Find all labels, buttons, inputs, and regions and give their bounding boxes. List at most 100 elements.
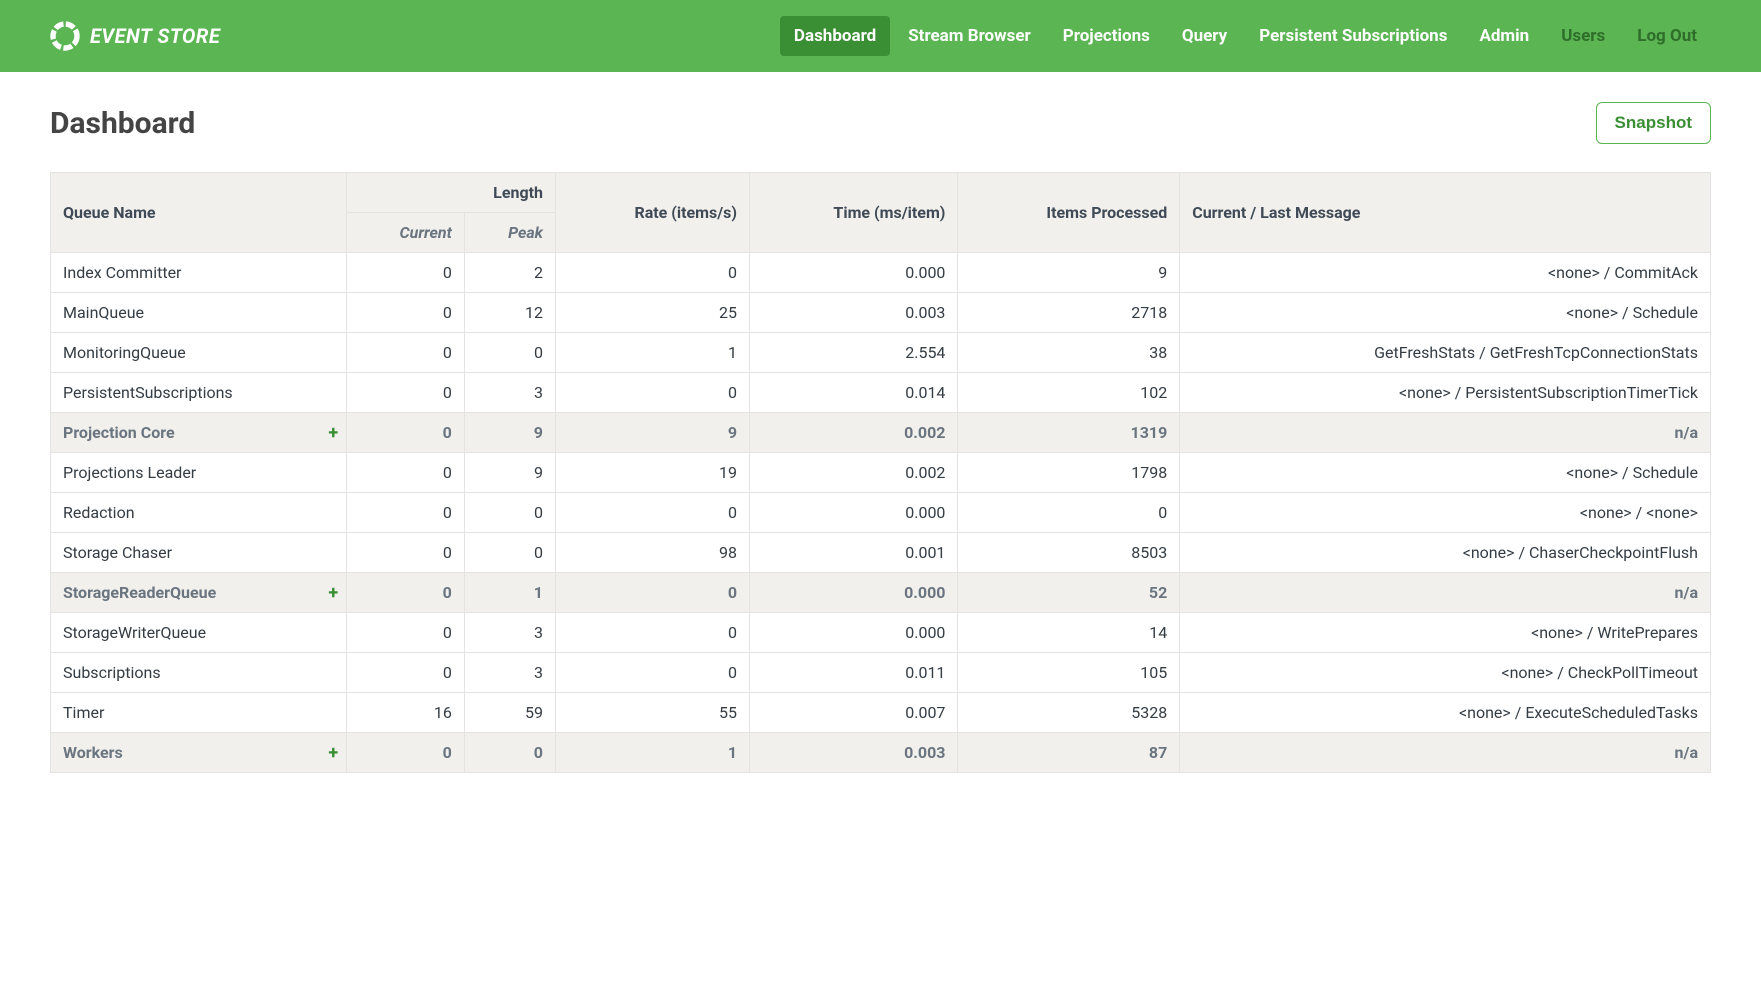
queue-length-peak: 0 <box>464 733 555 773</box>
queue-name-text: Subscriptions <box>63 663 161 682</box>
queue-length-current: 0 <box>347 333 465 373</box>
queue-message: n/a <box>1180 413 1711 453</box>
queue-length-current: 0 <box>347 613 465 653</box>
page-title: Dashboard <box>50 106 195 141</box>
queue-message: <none> / PersistentSubscriptionTimerTick <box>1180 373 1711 413</box>
queue-length-peak: 3 <box>464 373 555 413</box>
snapshot-button[interactable]: Snapshot <box>1596 102 1711 144</box>
queue-name-cell[interactable]: Projection Core + <box>51 413 347 453</box>
nav-link-stream-browser[interactable]: Stream Browser <box>894 16 1045 56</box>
brand-text: EVENT STORE <box>90 24 220 48</box>
col-length: Length <box>347 173 556 213</box>
queue-name-cell: Redaction <box>51 493 347 533</box>
queue-length-peak: 1 <box>464 573 555 613</box>
queue-length-peak: 59 <box>464 693 555 733</box>
queue-name-cell[interactable]: StorageReaderQueue + <box>51 573 347 613</box>
queue-name-cell: Storage Chaser <box>51 533 347 573</box>
queue-name-text: PersistentSubscriptions <box>63 383 233 402</box>
brand-logo[interactable]: EVENT STORE <box>50 21 220 51</box>
table-row: MainQueue012250.0032718<none> / Schedule <box>51 293 1711 333</box>
queue-rate: 0 <box>555 613 749 653</box>
queue-items-processed: 14 <box>958 613 1180 653</box>
table-row: PersistentSubscriptions0300.014102<none>… <box>51 373 1711 413</box>
expand-icon[interactable]: + <box>328 742 338 763</box>
nav-links: DashboardStream BrowserProjectionsQueryP… <box>780 16 1711 56</box>
queue-message: n/a <box>1180 573 1711 613</box>
expand-icon[interactable]: + <box>328 422 338 443</box>
queue-time: 0.014 <box>750 373 958 413</box>
queue-rate: 0 <box>555 573 749 613</box>
queue-name-text: Projections Leader <box>63 463 196 482</box>
table-row: Subscriptions0300.011105<none> / CheckPo… <box>51 653 1711 693</box>
col-time: Time (ms/item) <box>750 173 958 253</box>
table-row: Projection Core+0990.0021319n/a <box>51 413 1711 453</box>
queue-name-cell: StorageWriterQueue <box>51 613 347 653</box>
queue-length-current: 0 <box>347 413 465 453</box>
logo-icon <box>50 21 80 51</box>
table-row: Redaction0000.0000<none> / <none> <box>51 493 1711 533</box>
queue-length-peak: 0 <box>464 333 555 373</box>
queue-message: <none> / Schedule <box>1180 293 1711 333</box>
queue-length-peak: 9 <box>464 453 555 493</box>
queue-items-processed: 2718 <box>958 293 1180 333</box>
content-area: Dashboard Snapshot Queue Name Length Rat… <box>0 72 1761 803</box>
queue-length-current: 0 <box>347 493 465 533</box>
queue-length-current: 0 <box>347 453 465 493</box>
table-row: Index Committer0200.0009<none> / CommitA… <box>51 253 1711 293</box>
table-row: Storage Chaser00980.0018503<none> / Chas… <box>51 533 1711 573</box>
nav-link-log-out[interactable]: Log Out <box>1623 16 1711 56</box>
queue-name-text: MainQueue <box>63 303 144 322</box>
queue-name-text: Timer <box>63 703 104 722</box>
table-row: StorageReaderQueue+0100.00052n/a <box>51 573 1711 613</box>
queue-name-cell[interactable]: Workers+ <box>51 733 347 773</box>
queue-items-processed: 1798 <box>958 453 1180 493</box>
table-row: StorageWriterQueue0300.00014<none> / Wri… <box>51 613 1711 653</box>
table-row: MonitoringQueue0012.55438GetFreshStats /… <box>51 333 1711 373</box>
top-nav: EVENT STORE DashboardStream BrowserProje… <box>0 0 1761 72</box>
queue-items-processed: 87 <box>958 733 1180 773</box>
queue-name-text: Storage Chaser <box>63 543 172 562</box>
queue-message: n/a <box>1180 733 1711 773</box>
queue-time: 0.007 <box>750 693 958 733</box>
queue-length-current: 0 <box>347 253 465 293</box>
queue-name-cell: Subscriptions <box>51 653 347 693</box>
queue-name-cell: PersistentSubscriptions <box>51 373 347 413</box>
queue-items-processed: 0 <box>958 493 1180 533</box>
queue-message: <none> / ExecuteScheduledTasks <box>1180 693 1711 733</box>
table-row: Timer 1659550.0075328<none> / ExecuteSche… <box>51 693 1711 733</box>
queue-items-processed: 8503 <box>958 533 1180 573</box>
col-length-current: Current <box>347 213 465 253</box>
queue-rate: 98 <box>555 533 749 573</box>
queue-items-processed: 5328 <box>958 693 1180 733</box>
queue-length-current: 16 <box>347 693 465 733</box>
queue-rate: 1 <box>555 333 749 373</box>
nav-link-query[interactable]: Query <box>1168 16 1241 56</box>
queue-name-text: Projection Core <box>63 423 175 442</box>
col-queue-name: Queue Name <box>51 173 347 253</box>
queue-name-cell: MainQueue <box>51 293 347 333</box>
queue-name-text: StorageReaderQueue <box>63 583 216 602</box>
table-row: Projections Leader09190.0021798<none> / … <box>51 453 1711 493</box>
queue-time: 0.000 <box>750 573 958 613</box>
queue-time: 0.000 <box>750 493 958 533</box>
queue-time: 0.002 <box>750 453 958 493</box>
queue-message: <none> / ChaserCheckpointFlush <box>1180 533 1711 573</box>
queue-name-text: Index Committer <box>63 263 181 282</box>
queue-rate: 0 <box>555 493 749 533</box>
queue-rate: 25 <box>555 293 749 333</box>
queue-items-processed: 38 <box>958 333 1180 373</box>
nav-link-users[interactable]: Users <box>1547 16 1619 56</box>
nav-link-admin[interactable]: Admin <box>1465 16 1543 56</box>
queue-rate: 1 <box>555 733 749 773</box>
queue-name-cell: Timer <box>51 693 347 733</box>
queue-time: 0.001 <box>750 533 958 573</box>
expand-icon[interactable]: + <box>328 582 338 603</box>
queue-rate: 9 <box>555 413 749 453</box>
nav-link-dashboard[interactable]: Dashboard <box>780 16 890 56</box>
queue-length-current: 0 <box>347 573 465 613</box>
queue-rate: 55 <box>555 693 749 733</box>
queue-length-peak: 12 <box>464 293 555 333</box>
queue-name-cell: Index Committer <box>51 253 347 293</box>
nav-link-projections[interactable]: Projections <box>1049 16 1164 56</box>
nav-link-persistent-subscriptions[interactable]: Persistent Subscriptions <box>1245 16 1461 56</box>
